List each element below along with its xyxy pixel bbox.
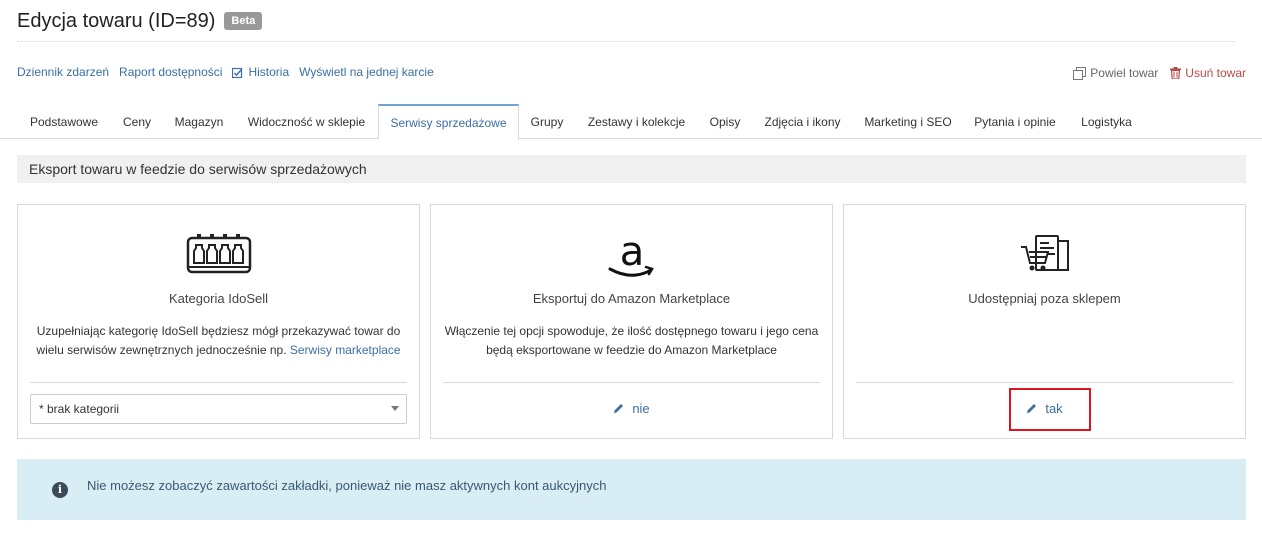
info-message: Nie możesz zobaczyć zawartości zakładki,…	[87, 478, 607, 493]
svg-text:a: a	[619, 233, 644, 275]
section-header: Eksport towaru w feedzie do serwisów spr…	[17, 155, 1246, 183]
tab-bar: Podstawowe Ceny Magazyn Widoczność w skl…	[0, 104, 1262, 140]
history-link[interactable]: Historia	[232, 65, 289, 79]
marketplace-services-link[interactable]: Serwisy marketplace	[290, 343, 401, 357]
tab-podstawowe[interactable]: Podstawowe	[17, 104, 111, 139]
duplicate-button[interactable]: Powiel towar	[1073, 66, 1158, 80]
tab-zestawy[interactable]: Zestawy i kolekcje	[575, 104, 698, 139]
amazon-export-value: nie	[632, 401, 650, 416]
amazon-export-toggle[interactable]: nie	[431, 401, 832, 416]
card-separator	[30, 382, 407, 383]
title-row: Edycja towaru (ID=89) Beta	[17, 9, 263, 33]
idosell-category-select[interactable]: * brak kategorii	[30, 394, 407, 424]
tab-zdjecia[interactable]: Zdjęcia i ikony	[752, 104, 853, 139]
share-card-title: Udostępniaj poza sklepem	[968, 291, 1121, 306]
trash-icon	[1170, 67, 1182, 79]
title-divider	[17, 41, 1235, 42]
copy-icon	[1073, 66, 1087, 80]
tab-widocznosc[interactable]: Widoczność w sklepie	[235, 104, 378, 139]
tab-pytania[interactable]: Pytania i opinie	[963, 104, 1067, 139]
duplicate-label: Powiel towar	[1090, 66, 1159, 80]
tab-serwisy-sprzedazowe[interactable]: Serwisy sprzedażowe	[378, 104, 519, 140]
amazon-icon: a	[608, 233, 654, 277]
event-log-link[interactable]: Dziennik zdarzeń	[17, 65, 109, 79]
pencil-icon	[614, 404, 624, 413]
idosell-card-title: Kategoria IdoSell	[168, 291, 268, 306]
tab-logistyka[interactable]: Logistyka	[1067, 104, 1146, 139]
item-actions: Powiel towar Usuń towar	[1061, 65, 1246, 81]
checkbox-edit-icon	[232, 67, 244, 78]
delete-button[interactable]: Usuń towar	[1170, 66, 1246, 80]
amazon-card-desc: Włączenie tej opcji spowoduje, że ilość …	[444, 324, 819, 357]
tab-ceny[interactable]: Ceny	[111, 104, 163, 139]
amazon-card-title: Eksportuj do Amazon Marketplace	[532, 291, 731, 306]
tab-opisy[interactable]: Opisy	[698, 104, 752, 139]
tab-grupy[interactable]: Grupy	[519, 104, 575, 139]
card-separator	[443, 382, 820, 383]
delete-label: Usuń towar	[1185, 66, 1246, 80]
info-alert: i Nie możesz zobaczyć zawartości zakładk…	[17, 459, 1246, 520]
tab-marketing[interactable]: Marketing i SEO	[853, 104, 963, 139]
page-title: Edycja towaru (ID=89)	[17, 9, 216, 32]
idosell-category-card: Kategoria IdoSell Uzupełniając kategorię…	[17, 204, 420, 439]
card-separator	[856, 382, 1233, 383]
info-icon: i	[52, 481, 68, 498]
tab-magazyn[interactable]: Magazyn	[163, 104, 235, 139]
amazon-export-card: a Eksportuj do Amazon Marketplace Włącze…	[430, 204, 833, 439]
single-card-link[interactable]: Wyświetl na jednej karcie	[299, 65, 434, 79]
idosell-card-desc: Uzupełniając kategorię IdoSell będziesz …	[28, 322, 409, 360]
history-label: Historia	[248, 65, 290, 79]
shopping-cart-icon	[1020, 235, 1069, 271]
chevron-down-icon	[391, 406, 399, 411]
beta-badge: Beta	[224, 12, 263, 30]
top-links: Dziennik zdarzeń Raport dostępności Hist…	[17, 64, 444, 80]
idosell-icon	[186, 234, 251, 274]
highlight-annotation	[1009, 388, 1091, 431]
availability-report-link[interactable]: Raport dostępności	[119, 65, 222, 79]
select-value: * brak kategorii	[39, 402, 120, 416]
